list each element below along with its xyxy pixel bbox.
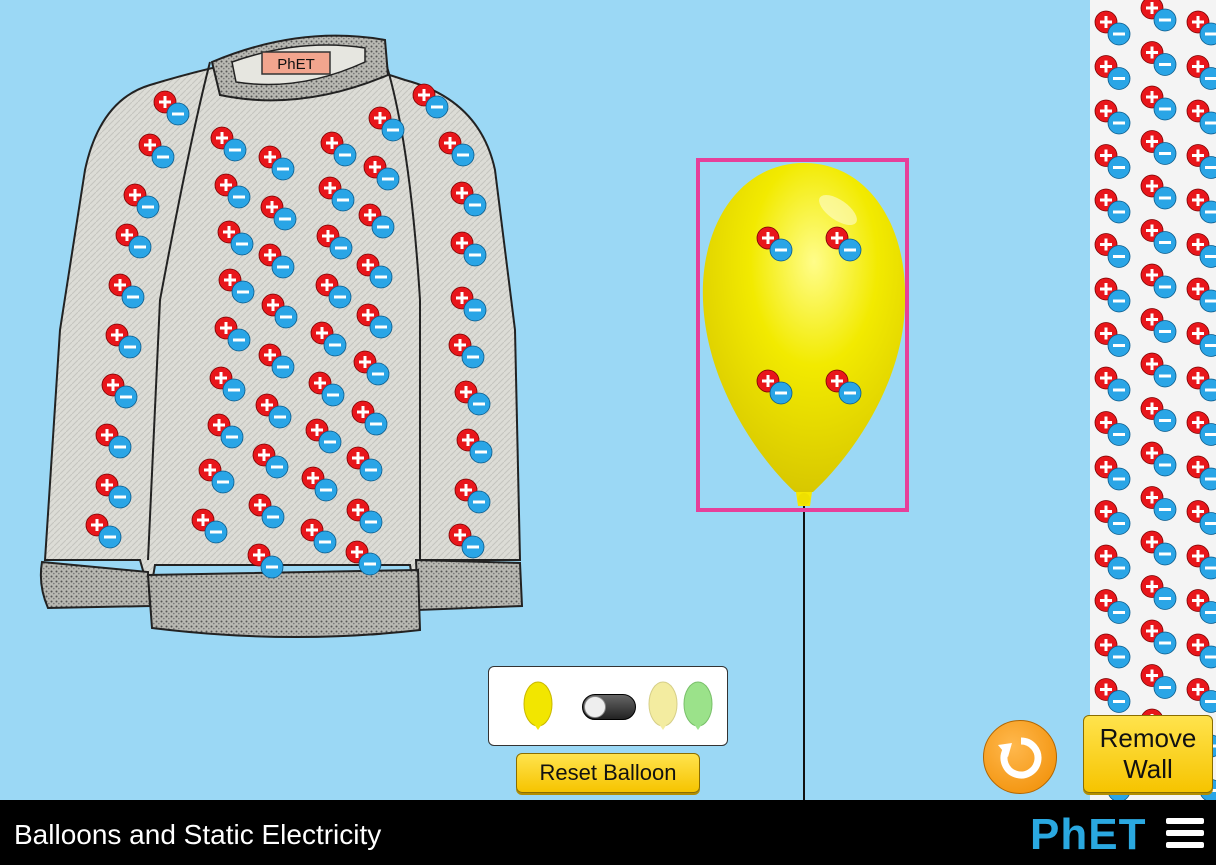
pale-yellow-balloon-option[interactable] <box>648 681 678 730</box>
charge-pair <box>1094 99 1131 135</box>
charge-pair <box>1186 10 1216 46</box>
charge-pair <box>1094 678 1131 713</box>
charge-pair <box>1140 575 1177 610</box>
charge-pair <box>1140 352 1177 388</box>
remove-wall-label-line1: Remove <box>1099 723 1197 753</box>
charge-pair <box>1186 633 1216 669</box>
charge-pair <box>1186 55 1216 90</box>
charge-pair <box>1186 188 1216 224</box>
charge-pair <box>1140 308 1177 343</box>
charge-pair <box>1094 500 1131 535</box>
charge-pair <box>1140 130 1177 165</box>
balloon-focus-highlight[interactable] <box>696 158 909 512</box>
charge-pair <box>1094 188 1131 224</box>
charge-pair <box>1094 411 1131 446</box>
charge-pair <box>1186 678 1216 713</box>
charge-pair <box>1094 55 1131 90</box>
charge-pair <box>1140 397 1177 432</box>
charge-pair <box>1140 619 1177 655</box>
charge-pair <box>1094 144 1131 179</box>
charge-pair <box>1140 664 1177 699</box>
charge-pair <box>1094 277 1131 313</box>
charge-pair <box>1186 277 1216 313</box>
charge-pair <box>1140 85 1177 121</box>
reset-all-button[interactable] <box>983 720 1057 794</box>
wall <box>1090 0 1216 800</box>
charge-pair <box>1186 544 1216 580</box>
charge-pair <box>1094 544 1131 580</box>
charge-pair <box>1094 366 1131 402</box>
charge-pair <box>1186 366 1216 402</box>
charge-pair <box>1186 589 1216 624</box>
charge-pair <box>1140 174 1177 210</box>
wall-charges <box>1094 0 1216 800</box>
charge-pair <box>1094 322 1131 357</box>
charge-pair <box>1186 99 1216 135</box>
charge-pair <box>1186 411 1216 446</box>
charge-pair <box>1186 455 1216 491</box>
charge-pair <box>1140 263 1177 299</box>
charge-pair <box>1186 233 1216 268</box>
charge-pair <box>1094 589 1131 624</box>
charge-pair <box>1094 633 1131 669</box>
sim-title: Balloons and Static Electricity <box>14 819 382 850</box>
charge-pair <box>1140 441 1177 477</box>
two-balloons-toggle[interactable] <box>582 694 636 720</box>
charge-pair <box>1094 233 1131 268</box>
charge-pair <box>1140 0 1177 32</box>
charge-pair <box>1186 322 1216 357</box>
charge-pair <box>1140 486 1177 521</box>
charge-pair <box>1140 219 1177 254</box>
yellow-balloon-option[interactable] <box>523 681 553 730</box>
green-balloon-option[interactable] <box>683 681 713 730</box>
phet-logo[interactable]: PhET <box>1030 813 1146 857</box>
remove-wall-button[interactable]: Remove Wall <box>1083 715 1213 793</box>
charge-pair <box>1140 41 1177 76</box>
charge-pair <box>1094 455 1131 491</box>
sweater: PhET <box>39 34 524 639</box>
reset-balloon-button[interactable]: Reset Balloon <box>516 753 700 793</box>
reset-arrow-icon <box>998 737 1042 779</box>
toggle-knob <box>584 696 606 718</box>
remove-wall-label-line2: Wall <box>1123 754 1173 784</box>
charge-pair <box>1186 144 1216 179</box>
sweater-label: PhET <box>277 56 315 73</box>
charge-pair <box>1140 530 1177 566</box>
charge-pair <box>1094 10 1131 46</box>
hamburger-menu-icon[interactable] <box>1166 818 1204 852</box>
charge-pair <box>1186 500 1216 535</box>
